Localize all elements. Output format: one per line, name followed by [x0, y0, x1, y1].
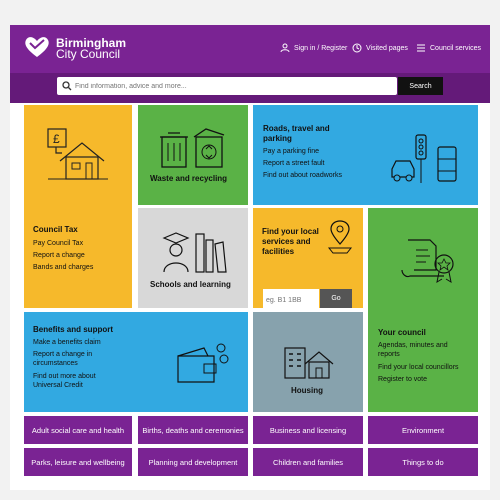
user-icon	[280, 43, 290, 53]
category-planning-development[interactable]: Planning and development	[138, 448, 248, 476]
category-births-deaths-ceremonies[interactable]: Births, deaths and ceremonies	[138, 416, 248, 444]
search-button[interactable]: Search	[398, 77, 443, 95]
tile-council-tax[interactable]: £ Council Tax Pay Council Tax Report a c…	[24, 105, 132, 308]
svg-text:£: £	[53, 132, 60, 146]
tile-schools-learning[interactable]: Schools and learning	[138, 208, 248, 308]
universal-credit-link[interactable]: Find out more about	[33, 372, 96, 381]
tile-local-services: Find your local services and facilities …	[253, 208, 363, 310]
council-tax-title[interactable]: Council Tax	[33, 225, 78, 235]
report-change-circumstances-link-line-2[interactable]: circumstances	[33, 359, 78, 368]
your-council-title[interactable]: Your council	[378, 328, 426, 338]
pay-parking-fine-link[interactable]: Pay a parking fine	[263, 147, 319, 156]
bins-icon	[160, 128, 225, 168]
local-services-title-line-2: services and	[262, 237, 311, 246]
housing-title[interactable]: Housing	[291, 386, 323, 396]
find-councillors-link[interactable]: Find your local councillors	[378, 363, 459, 372]
page: Birmingham City Council Sign in / Regist…	[10, 25, 490, 490]
tile-waste-recycling[interactable]: Waste and recycling	[138, 105, 248, 205]
benefits-title[interactable]: Benefits and support	[33, 325, 113, 335]
search-input[interactable]	[75, 77, 385, 95]
local-services-title-line-3: facilities	[262, 247, 295, 256]
visited-pages-label: Visited pages	[366, 44, 408, 52]
agendas-minutes-link[interactable]: Agendas, minutes and	[378, 341, 448, 350]
schools-learning-title[interactable]: Schools and learning	[150, 280, 231, 290]
wallet-coins-icon	[177, 343, 229, 383]
history-icon	[352, 43, 362, 53]
heart-logo-icon[interactable]	[24, 35, 50, 64]
postcode-input[interactable]	[263, 291, 319, 310]
agendas-minutes-link-line-2[interactable]: reports	[378, 350, 400, 359]
search-box	[57, 77, 397, 95]
council-services-label: Council services	[430, 44, 481, 52]
map-pin-icon	[327, 220, 353, 254]
tile-roads-travel-parking[interactable]: Roads, travel and parking Pay a parking …	[253, 105, 478, 205]
bands-charges-link[interactable]: Bands and charges	[33, 263, 93, 272]
sign-in-label: Sign in / Register	[294, 44, 348, 52]
roads-title-line-1[interactable]: Roads, travel and	[263, 124, 330, 134]
houses-icon	[284, 347, 334, 379]
category-children-families[interactable]: Children and families	[253, 448, 363, 476]
search-icon	[62, 81, 72, 91]
tile-benefits-support[interactable]: Benefits and support Make a benefits cla…	[24, 312, 248, 412]
register-to-vote-link[interactable]: Register to vote	[378, 375, 427, 384]
local-services-title-line-1: Find your local	[262, 227, 319, 236]
pay-council-tax-link[interactable]: Pay Council Tax	[33, 239, 83, 248]
tile-your-council[interactable]: Your council Agendas, minutes and report…	[368, 208, 478, 412]
category-business-licensing[interactable]: Business and licensing	[253, 416, 363, 444]
roadworks-link[interactable]: Find out about roadworks	[263, 171, 342, 180]
report-change-link[interactable]: Report a change	[33, 251, 85, 260]
benefits-claim-link[interactable]: Make a benefits claim	[33, 338, 101, 347]
sign-in-link[interactable]: Sign in / Register	[280, 43, 347, 53]
universal-credit-link-line-2[interactable]: Universal Credit	[33, 381, 83, 390]
waste-recycling-title[interactable]: Waste and recycling	[150, 174, 227, 184]
category-parks-leisure[interactable]: Parks, leisure and wellbeing	[24, 448, 132, 476]
graduate-books-icon	[162, 232, 227, 273]
report-street-fault-link[interactable]: Report a street fault	[263, 159, 324, 168]
menu-icon	[417, 44, 425, 52]
roads-title-line-2[interactable]: parking	[263, 134, 292, 144]
category-adult-social-care[interactable]: Adult social care and health	[24, 416, 132, 444]
logo-line-2: City Council	[56, 47, 121, 61]
visited-pages-link[interactable]: Visited pages	[352, 43, 408, 53]
traffic-icon	[391, 134, 457, 183]
house-pound-icon: £	[47, 128, 108, 180]
site-logo[interactable]: Birmingham City Council	[56, 37, 126, 61]
site-header: Birmingham City Council Sign in / Regist…	[10, 25, 490, 73]
tile-housing[interactable]: Housing	[253, 312, 363, 412]
category-environment[interactable]: Environment	[368, 416, 478, 444]
council-services-link[interactable]: Council services	[416, 43, 481, 53]
postcode-field	[263, 289, 319, 310]
category-things-to-do[interactable]: Things to do	[368, 448, 478, 476]
go-button[interactable]: Go	[320, 289, 352, 308]
report-change-circumstances-link[interactable]: Report a change in	[33, 350, 92, 359]
certificate-icon	[401, 239, 454, 284]
